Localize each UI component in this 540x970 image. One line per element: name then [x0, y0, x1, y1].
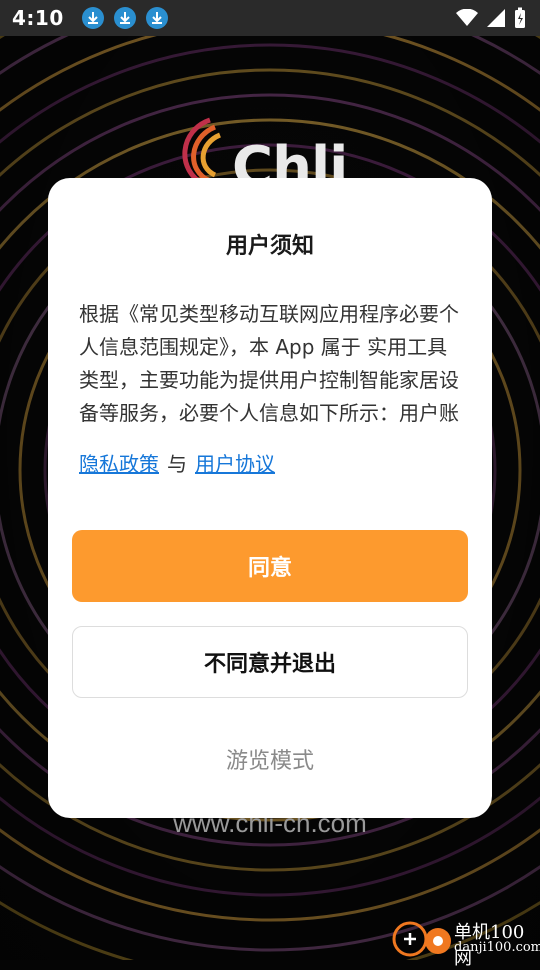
- download-icon: [81, 7, 104, 29]
- watermark-logo-icon: [392, 921, 451, 957]
- watermark: 单机100网 danji100.com: [392, 915, 540, 969]
- dialog-title: 用户须知: [225, 234, 314, 259]
- battery-icon: [514, 7, 526, 33]
- download-icon: [145, 7, 168, 29]
- status-bar: 4:10: [0, 0, 540, 36]
- and-text: 与: [167, 452, 187, 476]
- disagree-exit-button[interactable]: 不同意并退出: [72, 626, 468, 698]
- user-notice-dialog: 用户须知 根据《常见类型移动互联网应用程序必要个人信息范围规定》，本 App 属…: [48, 178, 492, 818]
- policy-links: 隐私政策与用户协议: [79, 448, 275, 477]
- signal-icon: [486, 8, 506, 32]
- wifi-icon: [456, 8, 478, 31]
- agree-button[interactable]: 同意: [72, 530, 468, 602]
- user-agreement-link[interactable]: 用户协议: [195, 452, 275, 476]
- privacy-policy-link[interactable]: 隐私政策: [79, 452, 159, 476]
- dialog-body-text[interactable]: 根据《常见类型移动互联网应用程序必要个人信息范围规定》，本 App 属于 实用工…: [79, 298, 465, 423]
- guest-mode-link[interactable]: 游览模式: [48, 743, 492, 775]
- download-icon: [113, 7, 136, 29]
- watermark-domain: danji100.com: [454, 940, 540, 955]
- status-time: 4:10: [12, 6, 64, 30]
- status-right: [448, 7, 526, 33]
- notification-icons: [72, 7, 168, 29]
